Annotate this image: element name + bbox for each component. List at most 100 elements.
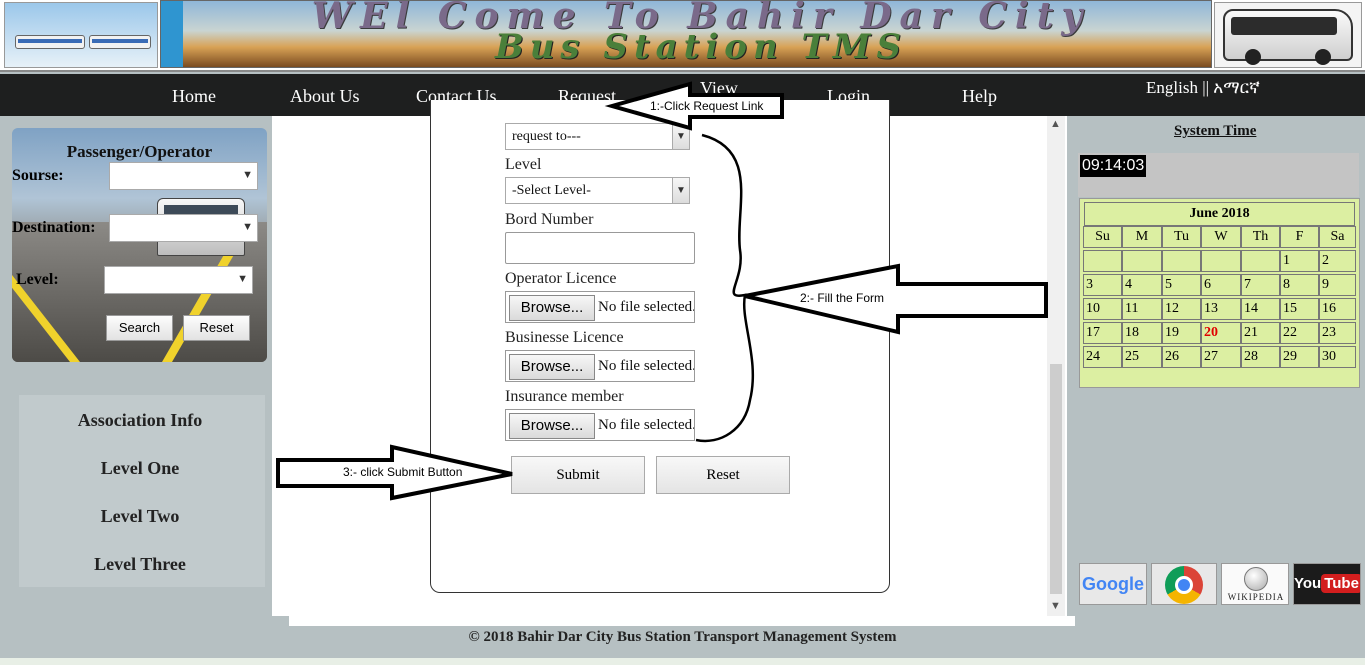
weekday-header: Su xyxy=(1083,226,1122,248)
calendar-day[interactable]: 16 xyxy=(1319,298,1356,320)
calendar-day[interactable]: 30 xyxy=(1319,346,1356,368)
request-to-select[interactable]: request to--- ▼ xyxy=(505,123,690,150)
submit-button[interactable]: Submit xyxy=(511,456,645,494)
calendar-day[interactable] xyxy=(1162,250,1201,272)
calendar-day[interactable]: 9 xyxy=(1319,274,1356,296)
scroll-up-icon[interactable]: ▲ xyxy=(1050,118,1061,130)
nav-about-us[interactable]: About Us xyxy=(290,86,360,107)
no-file-text: No file selected. xyxy=(598,417,695,433)
calendar-day[interactable]: 3 xyxy=(1083,274,1122,296)
wikipedia-link[interactable]: WIKIPEDIA xyxy=(1221,563,1289,605)
header-banner: WEl Come To Bahir Dar City Bus Station T… xyxy=(0,0,1365,72)
bus-image xyxy=(89,35,151,49)
calendar-day[interactable] xyxy=(1083,250,1122,272)
calendar-day[interactable]: 23 xyxy=(1319,322,1356,344)
language-switch[interactable]: English || አማርኛ xyxy=(1146,78,1260,98)
level-three-link[interactable]: Level Three xyxy=(7,554,273,575)
calendar-day[interactable]: 8 xyxy=(1280,274,1319,296)
wikipedia-globe-icon xyxy=(1244,567,1268,591)
reset-form-button[interactable]: Reset xyxy=(656,456,790,494)
calendar: June 2018 Su M Tu W Th F Sa 1 2 3 4 5 6 7 8 9 10 11 12 13 14… xyxy=(1079,198,1360,388)
operator-licence-file[interactable]: Browse... No file selected. xyxy=(505,291,695,323)
source-label: Sourse: xyxy=(12,167,64,184)
level-field-value: -Select Level- xyxy=(512,183,591,198)
calendar-day[interactable]: 21 xyxy=(1241,322,1280,344)
banner-strip xyxy=(161,1,183,67)
level-one-link[interactable]: Level One xyxy=(7,458,273,479)
scroll-down-icon[interactable]: ▼ xyxy=(1050,600,1061,612)
calendar-day[interactable] xyxy=(1241,250,1280,272)
calendar-day[interactable]: 29 xyxy=(1280,346,1319,368)
footer-strip xyxy=(0,658,1365,665)
chevron-down-icon: ▼ xyxy=(237,273,248,285)
calendar-day[interactable]: 24 xyxy=(1083,346,1122,368)
level-select[interactable]: ▼ xyxy=(104,266,253,294)
calendar-day[interactable]: 27 xyxy=(1201,346,1241,368)
calendar-day[interactable]: 25 xyxy=(1122,346,1162,368)
search-button[interactable]: Search xyxy=(106,315,173,341)
calendar-day[interactable]: 15 xyxy=(1280,298,1319,320)
reset-search-button[interactable]: Reset xyxy=(183,315,250,341)
banner-subtitle: Bus Station TMS xyxy=(494,27,908,67)
insurance-member-label: Insurance member xyxy=(505,388,624,405)
weekday-header: Th xyxy=(1241,226,1280,248)
source-select[interactable]: ▼ xyxy=(109,162,258,190)
banner-coach-image xyxy=(1214,2,1362,68)
calendar-day[interactable]: 1 xyxy=(1280,250,1319,272)
business-licence-file[interactable]: Browse... No file selected. xyxy=(505,350,695,382)
calendar-day[interactable]: 7 xyxy=(1241,274,1280,296)
destination-label: Destination: xyxy=(12,219,96,236)
business-licence-browse-button[interactable]: Browse... xyxy=(509,354,595,380)
youtube-logo-you: You xyxy=(1294,575,1322,592)
level-label: Level: xyxy=(16,271,59,288)
google-logo-text: Google xyxy=(1082,574,1144,594)
calendar-day[interactable]: 14 xyxy=(1241,298,1280,320)
calendar-day[interactable]: 17 xyxy=(1083,322,1122,344)
search-panel-title: Passenger/Operator xyxy=(66,142,213,161)
calendar-title: June 2018 xyxy=(1084,202,1355,226)
footer-copyright: © 2018 Bahir Dar City Bus Station Transp… xyxy=(468,629,897,645)
calendar-day[interactable]: 2 xyxy=(1319,250,1356,272)
page: WEl Come To Bahir Dar City Bus Station T… xyxy=(0,0,1365,665)
business-licence-label: Businesse Licence xyxy=(505,329,624,346)
youtube-link[interactable]: You Tube xyxy=(1293,563,1361,605)
level-field-select[interactable]: -Select Level- ▼ xyxy=(505,177,690,204)
chrome-link[interactable] xyxy=(1151,563,1217,605)
nav-view[interactable]: View xyxy=(700,78,738,99)
calendar-day[interactable]: 28 xyxy=(1241,346,1280,368)
chevron-down-icon: ▼ xyxy=(242,221,253,233)
calendar-day[interactable]: 11 xyxy=(1122,298,1162,320)
calendar-day[interactable]: 22 xyxy=(1280,322,1319,344)
bord-number-input[interactable] xyxy=(505,232,695,264)
calendar-day[interactable]: 26 xyxy=(1162,346,1201,368)
calendar-day[interactable] xyxy=(1122,250,1162,272)
calendar-day[interactable] xyxy=(1201,250,1241,272)
calendar-day[interactable]: 5 xyxy=(1162,274,1201,296)
insurance-browse-button[interactable]: Browse... xyxy=(509,413,595,439)
chevron-down-icon: ▼ xyxy=(672,124,689,149)
level-two-link[interactable]: Level Two xyxy=(7,506,273,527)
request-to-value: request to--- xyxy=(512,129,581,144)
wikipedia-logo-text: WIKIPEDIA xyxy=(1227,592,1285,602)
weekday-header: Tu xyxy=(1162,226,1201,248)
calendar-day[interactable]: 18 xyxy=(1122,322,1162,344)
insurance-member-file[interactable]: Browse... No file selected. xyxy=(505,409,695,441)
calendar-today[interactable]: 20 xyxy=(1201,322,1241,344)
calendar-day[interactable]: 10 xyxy=(1083,298,1122,320)
step1-annotation: 1:-Click Request Link xyxy=(650,99,764,113)
nav-home[interactable]: Home xyxy=(172,86,216,107)
calendar-day[interactable]: 6 xyxy=(1201,274,1241,296)
destination-select[interactable]: ▼ xyxy=(109,214,258,242)
calendar-day[interactable]: 13 xyxy=(1201,298,1241,320)
chevron-down-icon: ▼ xyxy=(242,169,253,181)
calendar-day[interactable]: 4 xyxy=(1122,274,1162,296)
bord-number-label: Bord Number xyxy=(505,211,594,228)
operator-licence-browse-button[interactable]: Browse... xyxy=(509,295,595,321)
nav-help[interactable]: Help xyxy=(962,86,997,107)
calendar-day[interactable]: 12 xyxy=(1162,298,1201,320)
calendar-day[interactable]: 19 xyxy=(1162,322,1201,344)
google-link[interactable]: Google xyxy=(1079,563,1147,605)
scrollbar[interactable]: ▲ ▼ xyxy=(1047,116,1065,616)
scroll-thumb[interactable] xyxy=(1050,364,1062,594)
association-info-link[interactable]: Association Info xyxy=(7,410,273,431)
